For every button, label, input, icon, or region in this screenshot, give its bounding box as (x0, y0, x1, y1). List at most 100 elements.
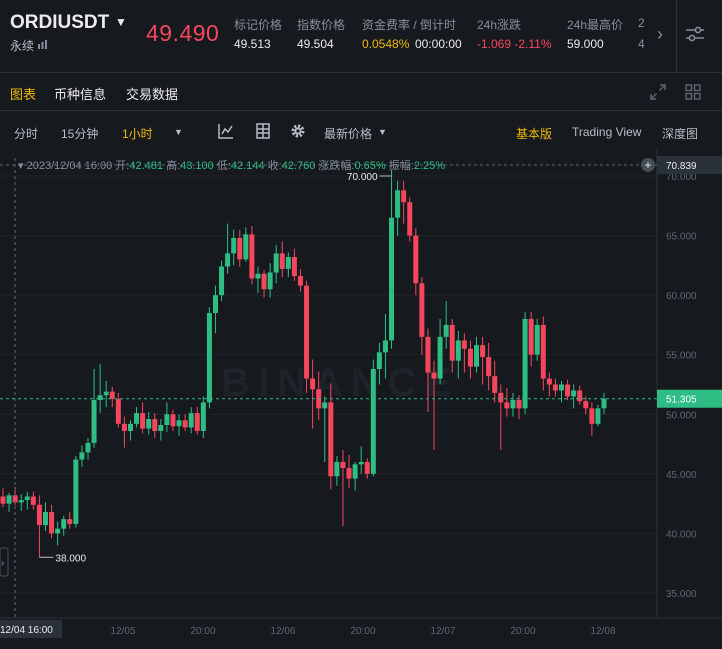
candle-body[interactable] (164, 414, 170, 426)
candle-body[interactable] (152, 419, 158, 431)
candle-body[interactable] (449, 324, 455, 361)
candle-body[interactable] (103, 391, 109, 396)
tab-trading-data[interactable]: 交易数据 (126, 84, 178, 103)
candle-body[interactable] (261, 273, 267, 290)
candle-body[interactable] (127, 423, 133, 431)
candle-body[interactable] (188, 413, 194, 428)
candle-body[interactable] (279, 253, 285, 269)
candle-body[interactable] (182, 420, 188, 428)
candle-body[interactable] (0, 496, 6, 504)
indicator-icon[interactable] (218, 123, 234, 139)
candle-body[interactable] (334, 461, 340, 477)
candle-body[interactable] (534, 324, 540, 355)
candle-body[interactable] (237, 237, 243, 260)
candle-body[interactable] (212, 295, 218, 314)
candle-body[interactable] (540, 324, 546, 379)
candle-body[interactable] (30, 496, 36, 505)
candle-body[interactable] (340, 461, 346, 468)
candle-body[interactable] (461, 340, 467, 349)
candle-body[interactable] (310, 378, 316, 390)
candle-body[interactable] (498, 392, 504, 403)
candle-type-icon[interactable] (255, 123, 271, 139)
candle-body[interactable] (370, 369, 376, 474)
view-depth[interactable]: 深度图 (662, 125, 698, 142)
candle-body[interactable] (382, 340, 388, 353)
candle-body[interactable] (358, 461, 364, 465)
candle-body[interactable] (297, 276, 303, 286)
candle-body[interactable] (18, 500, 24, 503)
candle-body[interactable] (304, 285, 310, 379)
candle-body[interactable] (206, 313, 212, 403)
candle-body[interactable] (146, 419, 152, 429)
candle-body[interactable] (522, 318, 528, 409)
interval-timeline[interactable]: 分时 (14, 125, 38, 142)
candle-body[interactable] (389, 217, 395, 341)
candle-body[interactable] (437, 336, 443, 379)
candle-body[interactable] (552, 384, 558, 391)
layout-grid-icon[interactable] (685, 84, 701, 100)
candle-body[interactable] (474, 345, 480, 367)
candle-body[interactable] (407, 202, 413, 236)
candle-body[interactable] (516, 399, 522, 409)
candle-body[interactable] (364, 461, 370, 474)
candle-body[interactable] (49, 511, 55, 534)
candle-body[interactable] (376, 352, 382, 370)
candle-body[interactable] (443, 324, 449, 337)
candle-body[interactable] (255, 273, 261, 279)
candle-body[interactable] (200, 402, 206, 431)
candle-body[interactable] (455, 340, 461, 361)
candle-body[interactable] (480, 345, 486, 358)
gear-icon[interactable] (290, 123, 306, 139)
chevron-right-icon[interactable]: › (657, 24, 663, 45)
candle-body[interactable] (267, 272, 273, 290)
candle-body[interactable] (170, 414, 176, 427)
candle-body[interactable] (219, 266, 225, 296)
candle-body[interactable] (346, 467, 352, 479)
candle-body[interactable] (486, 357, 492, 377)
candle-body[interactable] (194, 413, 200, 431)
candlestick-chart[interactable]: 70.000 65.000 60.000 55.000 50.000 45.000 40.0… (0, 148, 722, 649)
interval-1h[interactable]: 1小时 (122, 125, 153, 142)
candle-body[interactable] (504, 402, 510, 409)
sliders-icon[interactable] (684, 24, 706, 44)
candle-body[interactable] (583, 401, 589, 409)
candle-body[interactable] (577, 390, 583, 402)
candle-body[interactable] (24, 496, 30, 501)
candle-body[interactable] (291, 257, 297, 277)
tab-chart[interactable]: 图表 (10, 84, 36, 103)
interval-15m[interactable]: 15分钟 (61, 125, 98, 142)
candle-body[interactable] (243, 234, 249, 260)
candle-body[interactable] (273, 253, 279, 273)
symbol-dropdown-icon[interactable]: ▼ (115, 15, 127, 29)
interval-dropdown-icon[interactable]: ▼ (174, 127, 183, 137)
candle-body[interactable] (401, 190, 407, 203)
candle-body[interactable] (115, 398, 121, 424)
candle-body[interactable] (225, 253, 231, 267)
symbol-name[interactable]: ORDIUSDT (10, 12, 109, 34)
candle-body[interactable] (73, 459, 79, 524)
candle-body[interactable] (492, 376, 498, 393)
candle-body[interactable] (328, 402, 334, 477)
candle-body[interactable] (528, 318, 534, 355)
candle-body[interactable] (595, 408, 601, 424)
price-type-dropdown-icon[interactable]: ▼ (378, 127, 387, 137)
candle-body[interactable] (55, 528, 61, 534)
candle-body[interactable] (601, 398, 607, 409)
candle-body[interactable] (231, 237, 237, 254)
ohlc-collapse-icon[interactable]: ▾ (18, 160, 24, 172)
candle-body[interactable] (510, 399, 516, 409)
view-tradingview[interactable]: Trading View (572, 125, 641, 139)
candle-body[interactable] (546, 378, 552, 385)
candle-body[interactable] (109, 391, 115, 399)
candle-body[interactable] (97, 395, 103, 400)
candle-body[interactable] (134, 413, 140, 424)
candle-body[interactable] (565, 384, 571, 397)
chevron-right-icon[interactable]: › (1, 558, 4, 569)
candle-body[interactable] (571, 390, 577, 397)
candle-body[interactable] (395, 190, 401, 218)
candle-body[interactable] (322, 402, 328, 409)
plus-icon[interactable]: + (644, 158, 651, 172)
expand-icon[interactable] (650, 84, 666, 100)
candle-body[interactable] (413, 235, 419, 284)
candle-body[interactable] (249, 234, 255, 279)
